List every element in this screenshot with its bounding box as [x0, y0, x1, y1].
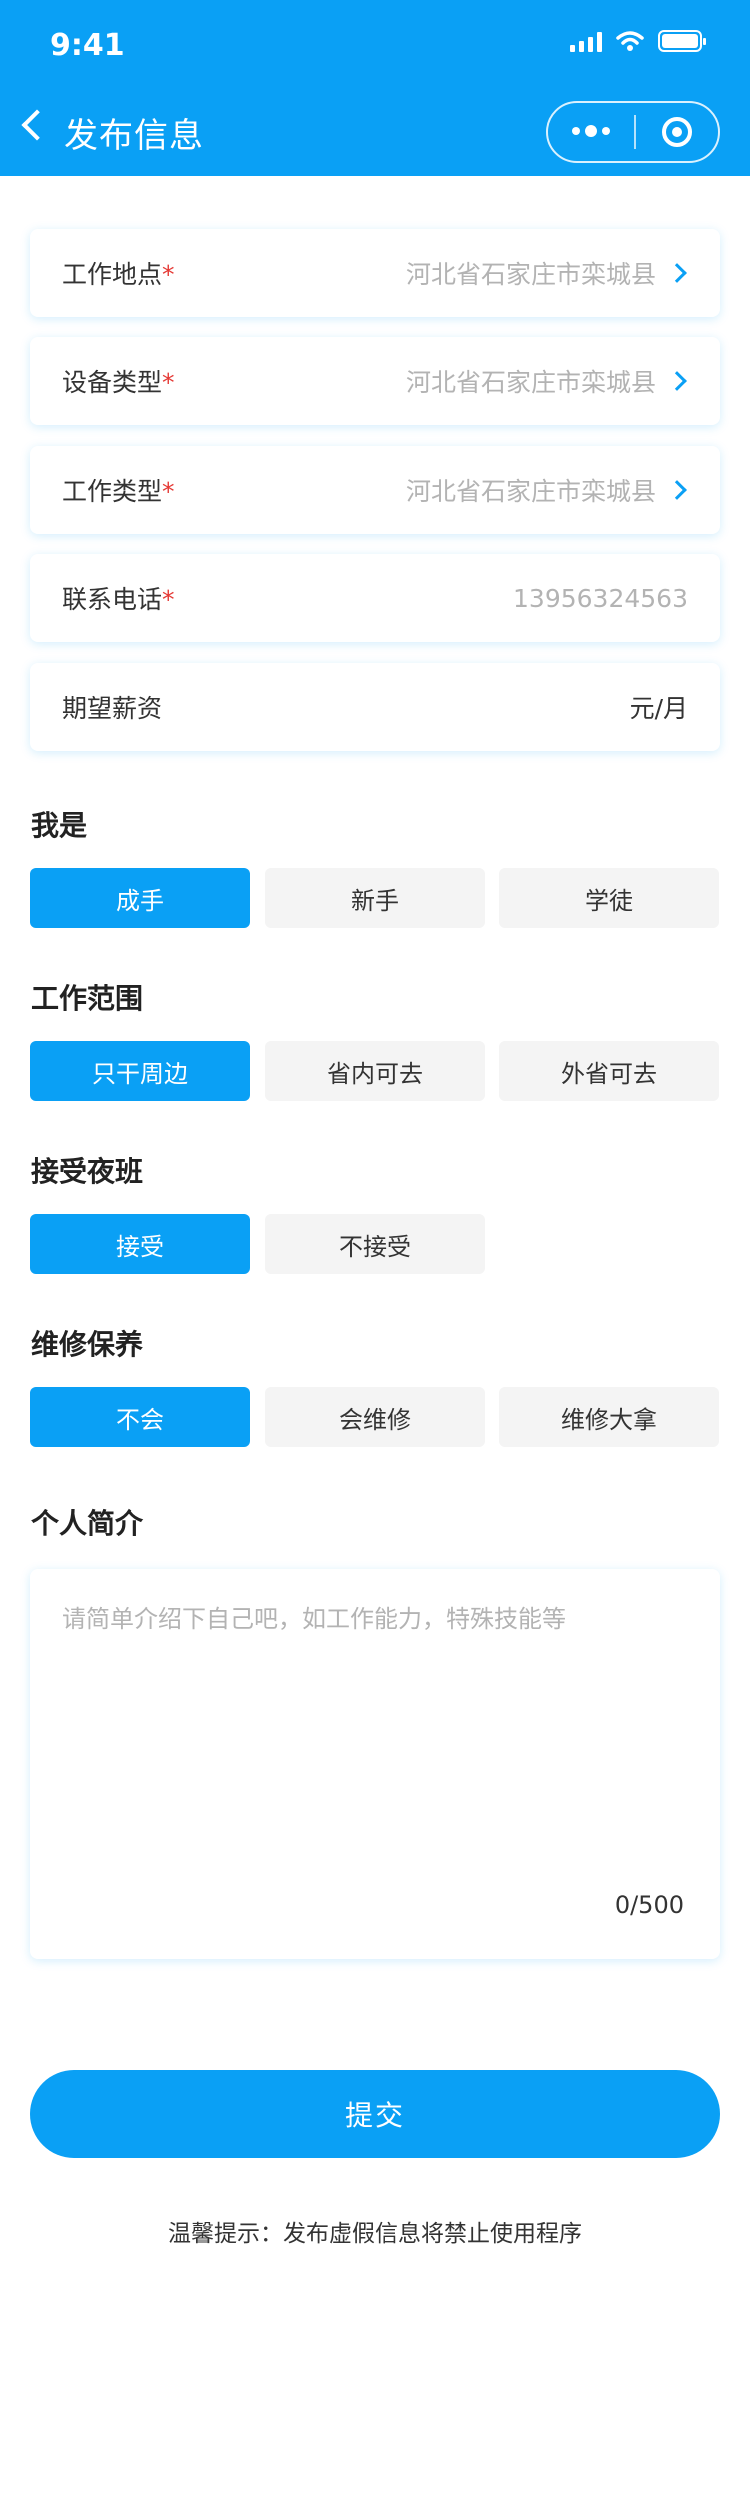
- target-icon[interactable]: [636, 117, 718, 147]
- mini-program-capsule: [546, 101, 720, 163]
- battery-icon: [658, 30, 706, 52]
- option-repair-expert[interactable]: 维修大拿: [499, 1387, 719, 1447]
- option-experienced[interactable]: 成手: [30, 868, 250, 928]
- status-icons: [570, 30, 706, 52]
- page-title: 发布信息: [64, 116, 204, 156]
- field-work-location[interactable]: 工作地点* 河北省石家庄市栾城县: [30, 229, 720, 317]
- warning-tip: 温馨提示：发布虚假信息将禁止使用程序: [168, 2221, 582, 2247]
- field-value: 河北省石家庄市栾城县: [405, 477, 656, 506]
- phone-placeholder: 13956324563: [513, 583, 688, 613]
- intro-placeholder: 请简单介绍下自己吧，如工作能力，特殊技能等: [62, 1605, 566, 1633]
- section-title-intro: 个人简介: [31, 1507, 144, 1540]
- field-value: 河北省石家庄市栾城县: [405, 368, 656, 397]
- field-label: 工作类型*: [62, 477, 175, 506]
- option-can-repair[interactable]: 会维修: [265, 1387, 485, 1447]
- back-arrow-icon[interactable]: [21, 109, 53, 141]
- field-work-type[interactable]: 工作类型* 河北省石家庄市栾城县: [30, 446, 720, 534]
- salary-unit: 元/月: [629, 694, 688, 723]
- field-label: 联系电话*: [62, 585, 175, 614]
- section-title-maintenance: 维修保养: [31, 1328, 144, 1361]
- option-accept[interactable]: 接受: [30, 1214, 250, 1274]
- field-value: 河北省石家庄市栾城县: [405, 260, 656, 289]
- phone-field[interactable]: 联系电话* 13956324563: [30, 554, 720, 642]
- field-label: 期望薪资: [62, 694, 163, 723]
- chevron-right-icon: [667, 480, 687, 500]
- field-equipment-type[interactable]: 设备类型* 河北省石家庄市栾城县: [30, 337, 720, 425]
- status-time: 9:41: [50, 28, 125, 63]
- chevron-right-icon: [667, 263, 687, 283]
- header: 9:41 发布信息: [0, 0, 750, 176]
- field-label: 工作地点*: [62, 260, 175, 289]
- wifi-icon: [616, 31, 644, 51]
- more-dots-icon[interactable]: [548, 125, 634, 137]
- option-out-of-province[interactable]: 外省可去: [499, 1041, 719, 1101]
- section-title-identity: 我是: [31, 809, 88, 842]
- option-within-province[interactable]: 省内可去: [265, 1041, 485, 1101]
- section-title-work-range: 工作范围: [31, 982, 144, 1015]
- option-apprentice[interactable]: 学徒: [499, 868, 719, 928]
- salary-field[interactable]: 期望薪资 元/月: [30, 663, 720, 751]
- char-counter: 0/500: [614, 1891, 684, 1919]
- section-title-night-shift: 接受夜班: [31, 1155, 144, 1188]
- intro-textarea[interactable]: 请简单介绍下自己吧，如工作能力，特殊技能等 0/500: [30, 1569, 720, 1959]
- option-beginner[interactable]: 新手: [265, 868, 485, 928]
- chevron-right-icon: [667, 371, 687, 391]
- option-nearby-only[interactable]: 只干周边: [30, 1041, 250, 1101]
- option-cannot[interactable]: 不会: [30, 1387, 250, 1447]
- field-label: 设备类型*: [62, 368, 175, 397]
- signal-icon: [570, 30, 602, 52]
- option-not-accept[interactable]: 不接受: [265, 1214, 485, 1274]
- submit-button[interactable]: 提交: [30, 2070, 720, 2158]
